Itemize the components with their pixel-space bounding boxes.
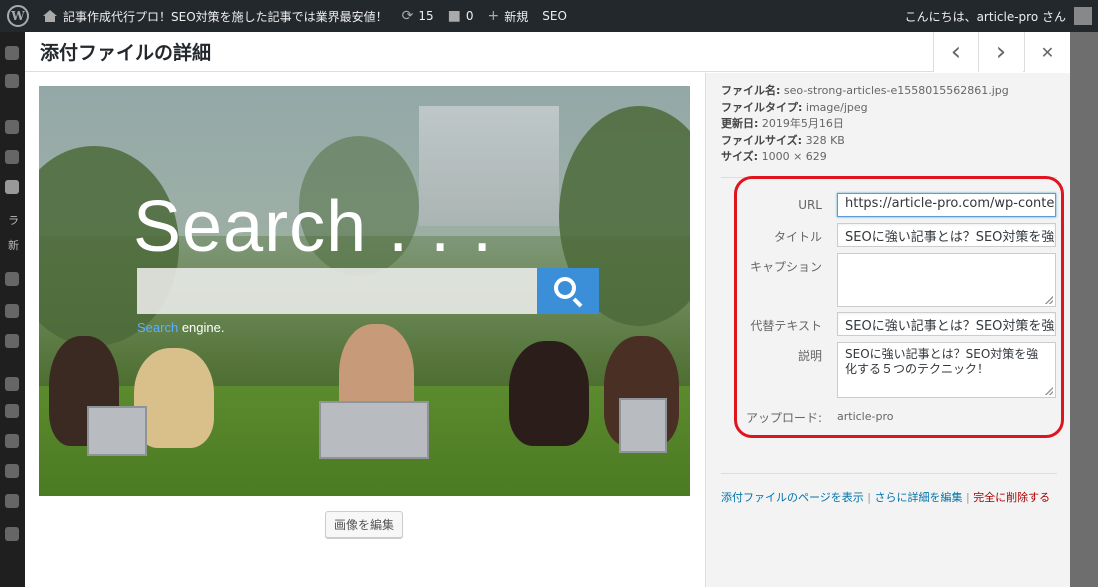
modal-title: 添付ファイルの詳細 xyxy=(40,42,212,64)
edit-more-details-link[interactable]: さらに詳細を編集 xyxy=(874,491,962,504)
divider xyxy=(721,473,1057,474)
avatar xyxy=(1074,7,1092,25)
greeting: こんにちは、article-pro さん xyxy=(904,9,1066,24)
chevron-right-icon: › xyxy=(995,37,1007,67)
pages-icon[interactable] xyxy=(5,272,19,286)
media-preview-area: Search . . . Search engine. 画像を編集 xyxy=(25,73,705,587)
media-icon[interactable] xyxy=(5,180,19,194)
image-tagline: Search engine. xyxy=(137,320,225,335)
comments-count: 0 xyxy=(465,9,474,23)
close-button[interactable]: ✕ xyxy=(1024,32,1070,72)
comments-link[interactable]: ■ 0 xyxy=(441,0,481,32)
file-size-row: ファイルサイズ: 328 KB xyxy=(721,133,845,147)
attachment-info-panel: ファイル名: seo-strong-articles-e155801556286… xyxy=(705,73,1070,587)
users-icon[interactable] xyxy=(5,434,19,448)
delete-permanently-link[interactable]: 完全に削除する xyxy=(973,491,1050,504)
dimensions-row: サイズ: 1000 × 629 xyxy=(721,150,827,163)
settings-icon[interactable] xyxy=(5,494,19,508)
new-label: 新規 xyxy=(504,9,529,24)
attachment-actions: 添付ファイルのページを表示 | さらに詳細を編集 | 完全に削除する xyxy=(721,491,1051,504)
backdrop xyxy=(1070,32,1098,587)
magnifier-icon xyxy=(554,277,576,299)
highlight-annotation xyxy=(734,176,1064,438)
updates-count: 15 xyxy=(418,9,434,23)
comment-icon: ■ xyxy=(447,8,461,24)
attachment-details-modal: 添付ファイルの詳細 ‹ › ✕ Search . . . Search engi… xyxy=(25,32,1070,587)
tools-icon[interactable] xyxy=(5,464,19,478)
wp-logo-menu[interactable]: W xyxy=(0,0,36,32)
attachment-image: Search . . . Search engine. xyxy=(39,86,690,496)
pin-icon[interactable] xyxy=(5,150,19,164)
plugins-icon[interactable] xyxy=(5,404,19,418)
admin-bar: W 記事作成代行プロ！SEO対策を施した記事では業界最安値！ ⟳ 15 ■ 0 … xyxy=(0,0,1098,32)
seo-label: SEO xyxy=(542,9,567,23)
modal-header: 添付ファイルの詳細 ‹ › ✕ xyxy=(25,32,1070,72)
chevron-left-icon: ‹ xyxy=(950,37,962,67)
plus-icon: + xyxy=(487,8,500,24)
seo-menu[interactable]: SEO xyxy=(535,0,574,32)
updates-link[interactable]: ⟳ 15 xyxy=(395,0,441,32)
dashboard-icon[interactable] xyxy=(5,46,19,60)
view-attachment-page-link[interactable]: 添付ファイルのページを表示 xyxy=(721,491,864,504)
uploaded-date-row: 更新日: 2019年5月16日 xyxy=(721,117,844,130)
site-name-link[interactable]: 記事作成代行プロ！SEO対策を施した記事では業界最安値！ xyxy=(36,0,395,32)
comment-icon[interactable] xyxy=(5,304,19,318)
site-title: 記事作成代行プロ！SEO対策を施した記事では業界最安値！ xyxy=(63,9,388,24)
admin-menu: ラ 新 xyxy=(0,32,25,587)
image-search-bar xyxy=(137,268,537,314)
close-icon: ✕ xyxy=(1040,42,1055,62)
file-details: ファイル名: seo-strong-articles-e155801556286… xyxy=(721,83,1009,166)
home-icon xyxy=(43,10,57,22)
file-name-row: ファイル名: seo-strong-articles-e155801556286… xyxy=(721,84,1009,97)
previous-attachment-button[interactable]: ‹ xyxy=(933,32,978,72)
my-account-link[interactable]: こんにちは、article-pro さん xyxy=(898,0,1098,32)
grid-icon[interactable] xyxy=(5,527,19,541)
new-content-link[interactable]: + 新規 xyxy=(481,0,536,32)
sidebar-text-new[interactable]: 新 xyxy=(8,237,19,253)
edit-image-button[interactable]: 画像を編集 xyxy=(325,511,404,538)
shield-icon[interactable] xyxy=(5,74,19,88)
image-headline: Search . . . xyxy=(133,187,494,267)
file-type-row: ファイルタイプ: image/jpeg xyxy=(721,100,868,114)
sidebar-text-library[interactable]: ラ xyxy=(8,212,19,228)
appearance-icon[interactable] xyxy=(5,377,19,391)
mail-icon[interactable] xyxy=(5,334,19,348)
pin-icon[interactable] xyxy=(5,120,19,134)
wordpress-icon: W xyxy=(7,5,29,27)
image-search-button xyxy=(537,268,599,314)
updates-icon: ⟳ xyxy=(401,8,414,24)
next-attachment-button[interactable]: › xyxy=(978,32,1023,72)
